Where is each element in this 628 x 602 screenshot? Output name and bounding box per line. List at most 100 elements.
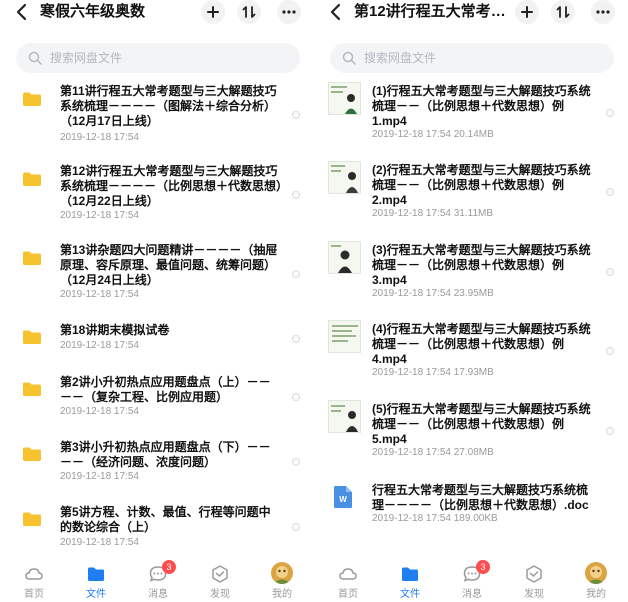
- sort-button[interactable]: [551, 0, 575, 24]
- search-input[interactable]: 搜索网盘文件: [330, 43, 614, 73]
- add-button[interactable]: [201, 0, 225, 24]
- tab-label: 文件: [86, 589, 106, 600]
- tab-me[interactable]: 我的: [262, 562, 302, 602]
- list-item[interactable]: W 行程五大常考题型与三大解题技巧系统梳理－－－－（比例思想＋代数思想）.doc…: [314, 481, 628, 527]
- select-checkbox[interactable]: [606, 268, 614, 276]
- unread-badge: 3: [476, 560, 490, 574]
- cloud-icon: [339, 568, 357, 580]
- file-name: 第11讲行程五大常考题型与三大解题技巧系统梳理－－－－（图解法＋综合分析）（12…: [60, 84, 277, 128]
- tab-label: 我的: [586, 589, 606, 600]
- search-icon: [342, 51, 356, 65]
- tab-files[interactable]: 文件: [76, 564, 116, 602]
- file-name: 第12讲行程五大常考题型与三大解题技巧系统梳理－－－－（比例思想＋代数思想）（1…: [60, 164, 283, 208]
- select-checkbox[interactable]: [292, 111, 300, 119]
- avatar: [271, 562, 293, 584]
- file-meta: 2019-12-18 17:54 31.11MB: [372, 208, 494, 219]
- select-checkbox[interactable]: [292, 191, 300, 199]
- plus-icon: [521, 6, 533, 18]
- search-placeholder: 搜索网盘文件: [50, 51, 123, 65]
- file-meta: 2019-12-18 17:54 20.14MB: [372, 129, 494, 140]
- file-meta: 2019-12-18 17:54 27.08MB: [372, 447, 494, 458]
- tab-home[interactable]: 首页: [14, 564, 54, 602]
- select-checkbox[interactable]: [292, 270, 300, 278]
- video-thumbnail: [328, 82, 361, 115]
- tab-label: 首页: [338, 589, 358, 600]
- discover-icon: [212, 565, 228, 583]
- file-meta: 2019-12-18 17:54: [60, 471, 139, 482]
- list-item[interactable]: 第18讲期末模拟试卷 2019-12-18 17:54: [0, 323, 314, 355]
- page-title: 寒假六年级奥数: [40, 3, 146, 20]
- select-checkbox[interactable]: [606, 347, 614, 355]
- file-meta: 2019-12-18 17:54 23.95MB: [372, 288, 494, 299]
- search-input[interactable]: 搜索网盘文件: [16, 43, 300, 73]
- plus-icon: [207, 6, 219, 18]
- tab-messages[interactable]: 3 消息: [138, 560, 178, 602]
- select-checkbox[interactable]: [292, 335, 300, 343]
- back-arrow-icon[interactable]: [14, 2, 32, 22]
- file-name: 第3讲小升初热点应用题盘点（下）－－－－（经济问题、浓度问题）: [60, 440, 271, 469]
- list-item[interactable]: (4)行程五大常考题型与三大解题技巧系统梳理－－（比例思想＋代数思想）例4.mp…: [314, 320, 628, 382]
- folder-icon: [402, 567, 418, 581]
- folder-icon: [23, 92, 41, 106]
- bottom-tab-bar: 首页 文件 3 消息 发现 我的: [314, 556, 628, 602]
- file-name: 行程五大常考题型与三大解题技巧系统梳理－－－－（比例思想＋代数思想）.doc: [372, 483, 589, 512]
- file-name: 第5讲方程、计数、最值、行程等问题中的数论综合（上）: [60, 505, 271, 534]
- back-arrow-icon[interactable]: [328, 2, 346, 22]
- folder-icon: [23, 382, 41, 396]
- more-button[interactable]: [591, 0, 615, 24]
- cloud-icon: [25, 568, 43, 580]
- folder-icon: [23, 172, 41, 186]
- file-meta: 2019-12-18 17:54: [60, 210, 139, 221]
- select-checkbox[interactable]: [292, 458, 300, 466]
- list-item[interactable]: 第11讲行程五大常考题型与三大解题技巧系统梳理－－－－（图解法＋综合分析）（12…: [0, 84, 314, 144]
- list-item[interactable]: (3)行程五大常考题型与三大解题技巧系统梳理－－（比例思想＋代数思想）例3.mp…: [314, 241, 628, 303]
- file-meta: 2019-12-18 17:54: [60, 537, 139, 548]
- list-item[interactable]: 第13讲杂题四大问题精讲－－－－（抽屉原理、容斥原理、最值问题、统筹问题）（12…: [0, 243, 314, 303]
- tab-files[interactable]: 文件: [390, 564, 430, 602]
- tab-label: 我的: [272, 589, 292, 600]
- file-name: (4)行程五大常考题型与三大解题技巧系统梳理－－（比例思想＋代数思想）例4.mp…: [372, 322, 591, 366]
- folder-icon: [23, 512, 41, 526]
- list-item[interactable]: 第12讲行程五大常考题型与三大解题技巧系统梳理－－－－（比例思想＋代数思想）（1…: [0, 164, 314, 224]
- list-item[interactable]: 第3讲小升初热点应用题盘点（下）－－－－（经济问题、浓度问题） 2019-12-…: [0, 440, 314, 488]
- sort-button[interactable]: [237, 0, 261, 24]
- folder-icon: [88, 567, 104, 581]
- list-item[interactable]: 第5讲方程、计数、最值、行程等问题中的数论综合（上） 2019-12-18 17…: [0, 505, 314, 551]
- file-meta: 2019-12-18 17:54: [60, 340, 139, 351]
- folder-icon: [23, 447, 41, 461]
- file-name: 第2讲小升初热点应用题盘点（上）－－－－（复杂工程、比例应用题）: [60, 375, 271, 404]
- header: 寒假六年级奥数: [0, 0, 314, 26]
- tab-label: 发现: [210, 589, 230, 600]
- file-name: 第13讲杂题四大问题精讲－－－－（抽屉原理、容斥原理、最值问题、统筹问题）（12…: [60, 243, 278, 287]
- unread-badge: 3: [162, 560, 176, 574]
- tab-label: 消息: [148, 589, 168, 600]
- tab-label: 文件: [400, 589, 420, 600]
- list-item[interactable]: (2)行程五大常考题型与三大解题技巧系统梳理－－（比例思想＋代数思想）例2.mp…: [314, 161, 628, 223]
- select-checkbox[interactable]: [606, 427, 614, 435]
- video-thumbnail: [328, 241, 361, 274]
- folder-icon: [23, 330, 41, 344]
- tab-messages[interactable]: 3 消息: [452, 560, 492, 602]
- page-title: 第12讲行程五大常考题...: [354, 3, 514, 20]
- select-checkbox[interactable]: [292, 523, 300, 531]
- tab-me[interactable]: 我的: [576, 562, 616, 602]
- folder-icon: [23, 251, 41, 265]
- select-checkbox[interactable]: [606, 188, 614, 196]
- add-button[interactable]: [515, 0, 539, 24]
- file-meta: 2019-12-18 17:54: [60, 289, 139, 300]
- file-meta: 2019-12-18 17:54: [60, 132, 139, 143]
- tab-home[interactable]: 首页: [328, 564, 368, 602]
- avatar: [585, 562, 607, 584]
- sort-icon: [242, 6, 256, 18]
- list-item[interactable]: (1)行程五大常考题型与三大解题技巧系统梳理－－（比例思想＋代数思想）例1.mp…: [314, 82, 628, 144]
- list-item[interactable]: 第2讲小升初热点应用题盘点（上）－－－－（复杂工程、比例应用题） 2019-12…: [0, 375, 314, 423]
- tab-discover[interactable]: 发现: [200, 564, 240, 602]
- file-name: (1)行程五大常考题型与三大解题技巧系统梳理－－（比例思想＋代数思想）例1.mp…: [372, 84, 591, 128]
- doc-file-icon: W: [334, 486, 352, 508]
- select-checkbox[interactable]: [606, 109, 614, 117]
- more-button[interactable]: [277, 0, 301, 24]
- tab-discover[interactable]: 发现: [514, 564, 554, 602]
- file-meta: 2019-12-18 17:54 189.00KB: [372, 513, 498, 524]
- select-checkbox[interactable]: [292, 393, 300, 401]
- list-item[interactable]: (5)行程五大常考题型与三大解题技巧系统梳理－－（比例思想＋代数思想）例5.mp…: [314, 400, 628, 462]
